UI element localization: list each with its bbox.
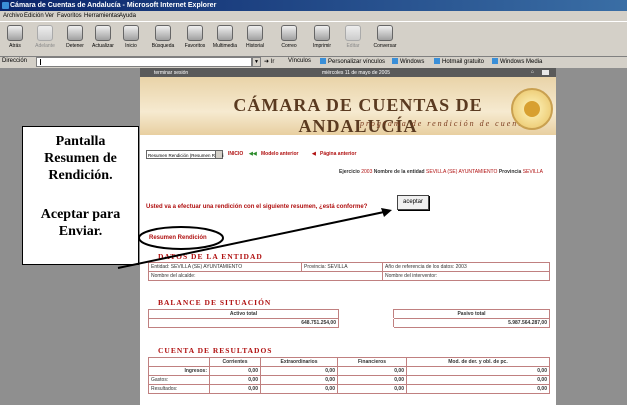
media-button[interactable]: Multimedia <box>210 24 240 54</box>
stop-button[interactable]: Detener <box>60 24 90 54</box>
link-page-icon <box>392 58 398 64</box>
link-page-icon <box>492 58 498 64</box>
link-windows-media[interactable]: Windows Media <box>492 58 542 65</box>
pagina-anterior-link[interactable]: Página anterior <box>320 151 356 157</box>
menu-ayuda[interactable]: Ayuda <box>119 13 136 19</box>
table-row: Activo total Pasivo total <box>148 309 550 319</box>
site-top-bar: terminar sesión miércoles 11 de mayo de … <box>140 68 556 77</box>
refresh-button[interactable]: Actualizar <box>88 24 118 54</box>
datos-table: Entidad: SEVILLA (SE) AYUNTAMIENTO Provi… <box>148 262 550 281</box>
title-bar: Cámara de Cuentas de Andalucía - Microso… <box>0 0 627 11</box>
seal-logo <box>511 88 553 130</box>
datos-heading: DATOS DE LA ENTIDAD <box>158 252 263 261</box>
site-subtitle: programa de rendición de cuentas <box>360 119 534 128</box>
menu-herramientas[interactable]: Herramientas <box>84 13 120 19</box>
address-input[interactable] <box>36 57 252 67</box>
discuss-button[interactable]: Conversar <box>370 24 400 54</box>
text-caret <box>40 59 41 65</box>
resultados-heading: CUENTA DE RESULTADOS <box>158 346 273 355</box>
home-button[interactable]: Inicio <box>116 24 146 54</box>
seal-emblem-icon <box>524 101 540 117</box>
table-row: 648.751.254,00 5.987.564.287,00 <box>148 318 550 328</box>
chevron-down-icon <box>215 151 222 158</box>
table-row: Nombre del alcalde: Nombre del intervent… <box>148 271 550 281</box>
table-row: Entidad: SEVILLA (SE) AYUNTAMIENTO Provi… <box>148 262 550 272</box>
accept-button[interactable]: aceptar <box>397 195 429 210</box>
history-icon <box>247 25 263 41</box>
balance-heading: BALANCE DE SITUACIÓN <box>158 298 272 307</box>
link-page-icon <box>434 58 440 64</box>
print-button[interactable]: Imprimir <box>307 24 337 54</box>
home-icon <box>123 25 139 41</box>
edit-icon <box>345 25 361 41</box>
address-bar: Dirección ▼ ➜ Ir Vínculos Personalizar v… <box>0 57 627 67</box>
double-arrow-left-icon: ◀◀ <box>249 151 257 157</box>
balance-table: Activo total Pasivo total 648.751.254,00… <box>148 309 550 328</box>
address-label: Dirección <box>2 58 28 64</box>
model-select[interactable]: Resumen Rendición (Resumen Rendi <box>146 150 224 159</box>
browser-window: Cámara de Cuentas de Andalucía - Microso… <box>0 0 627 405</box>
web-page: terminar sesión miércoles 11 de mayo de … <box>140 68 556 405</box>
forward-button[interactable]: Adelante <box>30 24 60 54</box>
back-button[interactable]: Atrás <box>0 24 30 54</box>
go-arrow-icon: ➜ <box>264 59 270 65</box>
table-row: Corrientes Extraordinarios Financieros M… <box>148 357 550 367</box>
menu-archivo[interactable]: Archivo <box>3 13 23 19</box>
print-icon <box>314 25 330 41</box>
back-arrow-icon <box>7 25 23 41</box>
link-page-icon <box>320 58 326 64</box>
history-button[interactable]: Historial <box>240 24 270 54</box>
media-icon <box>217 25 233 41</box>
address-dropdown-button[interactable]: ▼ <box>252 57 261 67</box>
go-button[interactable]: ➜ Ir <box>264 58 274 65</box>
link-windows[interactable]: Windows <box>392 58 424 65</box>
favorites-button[interactable]: Favoritos <box>180 24 210 54</box>
resumen-rendicion-title: Resumen Rendición <box>149 235 207 241</box>
forward-arrow-icon <box>37 25 53 41</box>
annotation-callout: Pantalla Resumen de Rendición. Aceptar p… <box>22 126 139 265</box>
links-label[interactable]: Vínculos <box>288 58 311 64</box>
ie-icon <box>2 2 9 9</box>
link-personalizar[interactable]: Personalizar vínculos <box>320 58 385 65</box>
modelo-anterior-link[interactable]: Modelo anterior <box>261 151 299 157</box>
confirm-question: Usted va a efectuar una rendición con el… <box>146 204 368 210</box>
search-button[interactable]: Búsqueda <box>148 24 178 54</box>
table-row: Gastos: 0,00 0,00 0,00 0,00 <box>148 375 550 385</box>
current-date: miércoles 11 de mayo de 2005 <box>322 70 391 76</box>
site-banner: CÁMARA DE CUENTAS DE ANDALUCÍA programa … <box>140 77 556 136</box>
mail-icon <box>281 25 297 41</box>
menu-favoritos[interactable]: Favoritos <box>57 13 82 19</box>
mail-button[interactable]: Correo <box>274 24 304 54</box>
logout-link[interactable]: terminar sesión <box>154 70 188 76</box>
search-icon <box>155 25 171 41</box>
home-icon[interactable]: ⌂ <box>531 69 534 75</box>
menu-edicion[interactable]: Edición <box>24 13 44 19</box>
resultados-table: Corrientes Extraordinarios Financieros M… <box>148 357 550 394</box>
refresh-icon <box>95 25 111 41</box>
menu-bar: Archivo Edición Ver Favoritos Herramient… <box>0 11 627 21</box>
entity-info-line: Ejercicio 2003 Nombre de la entidad SEVI… <box>339 169 544 175</box>
window-title: Cámara de Cuentas de Andalucía - Microso… <box>10 2 217 9</box>
favorites-icon <box>187 25 203 41</box>
standard-toolbar: Atrás Adelante Detener Actualizar Inicio… <box>0 21 627 57</box>
chevron-down-icon: ▼ <box>254 59 259 65</box>
table-row: Resultados: 0,00 0,00 0,00 0,00 <box>148 384 550 394</box>
discuss-icon <box>377 25 393 41</box>
edit-button[interactable]: Editar <box>338 24 368 54</box>
menu-icon[interactable] <box>542 70 549 75</box>
stop-icon <box>67 25 83 41</box>
table-row: Ingresos: 0,00 0,00 0,00 0,00 <box>148 366 550 376</box>
link-hotmail[interactable]: Hotmail gratuito <box>434 58 484 65</box>
menu-ver[interactable]: Ver <box>45 13 54 19</box>
inicio-link[interactable]: INICIO <box>228 151 243 157</box>
site-name: CÁMARA DE CUENTAS DE ANDALUCÍA <box>233 95 483 136</box>
arrow-left-icon: ◀ <box>312 151 316 157</box>
